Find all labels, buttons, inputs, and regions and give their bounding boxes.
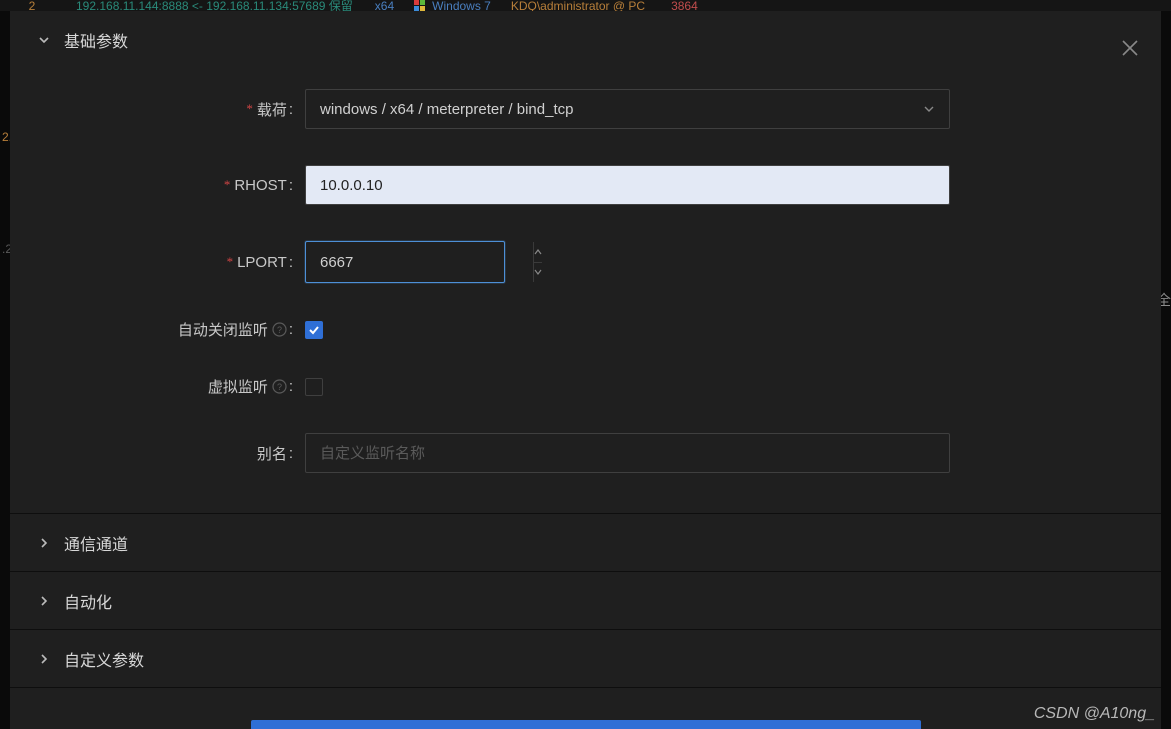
chevron-right-icon [38,537,50,549]
panel-basic-header[interactable]: 基础参数 [10,11,1161,69]
chevron-down-icon [38,34,50,46]
chevron-down-icon [923,103,935,115]
panel-channel-title: 通信通道 [64,531,128,555]
windows-icon [414,0,426,11]
check-icon [308,324,320,336]
session-arch: x64 [369,0,400,11]
help-icon[interactable]: ? [272,379,287,394]
panel-auto-header[interactable]: 自动化 [10,572,1161,630]
session-index: 2 [12,0,52,11]
lport-input[interactable] [306,242,533,282]
label-rhost: *RHOST: [50,177,305,194]
row-lport: *LPORT: [50,241,1121,283]
panel-custom-title: 自定义参数 [64,647,144,671]
rhost-input[interactable] [305,165,950,205]
panel-custom-header[interactable]: 自定义参数 [10,630,1161,688]
panel-custom: 自定义参数 [10,630,1161,688]
close-button[interactable] [1121,37,1139,63]
svg-text:?: ? [277,382,282,392]
lport-up-button[interactable] [534,242,542,263]
label-alias: 别名: [50,443,305,464]
chevron-right-icon [38,653,50,665]
panel-channel: 通信通道 [10,514,1161,572]
session-user: KDQ\administrator @ PC [505,0,651,11]
label-autoclose: 自动关闭监听 ? : [50,319,305,340]
lport-down-button[interactable] [534,263,542,283]
svg-text:?: ? [277,325,282,335]
panel-basic: 基础参数 *载荷: windows / x64 / meterpreter / … [10,11,1161,514]
session-row: 2 192.168.11.144:8888 <- 192.168.11.134:… [0,0,1171,11]
alias-input[interactable] [305,433,950,473]
submit-bar [10,720,1161,729]
lport-stepper [305,241,505,283]
payload-value: windows / x64 / meterpreter / bind_tcp [320,101,573,118]
label-virtual: 虚拟监听 ? : [50,376,305,397]
row-rhost: *RHOST: [50,165,1121,205]
session-connection: 192.168.11.144:8888 <- 192.168.11.134:57… [70,0,359,11]
session-os: Windows 7 [414,0,491,11]
autoclose-checkbox[interactable] [305,321,323,339]
panel-auto: 自动化 [10,572,1161,630]
payload-select[interactable]: windows / x64 / meterpreter / bind_tcp [305,89,950,129]
row-virtual: 虚拟监听 ? : [50,376,1121,397]
help-icon[interactable]: ? [272,322,287,337]
label-lport: *LPORT: [50,254,305,271]
virtual-checkbox[interactable] [305,378,323,396]
row-autoclose: 自动关闭监听 ? : [50,319,1121,340]
panel-auto-title: 自动化 [64,589,112,613]
watermark: CSDN @A10ng_ [1034,705,1155,723]
chevron-right-icon [38,595,50,607]
label-payload: *载荷: [50,99,305,120]
submit-button[interactable] [251,720,921,729]
row-payload: *载荷: windows / x64 / meterpreter / bind_… [50,89,1121,129]
chevron-up-icon [534,249,542,255]
panel-channel-header[interactable]: 通信通道 [10,514,1161,572]
panel-basic-body: *载荷: windows / x64 / meterpreter / bind_… [10,69,1161,513]
chevron-down-icon [534,269,542,275]
close-icon [1121,39,1139,57]
row-alias: 别名: [50,433,1121,473]
listener-modal: 基础参数 *载荷: windows / x64 / meterpreter / … [10,11,1161,729]
session-pid: 3864 [665,0,704,11]
panel-basic-title: 基础参数 [64,28,128,52]
